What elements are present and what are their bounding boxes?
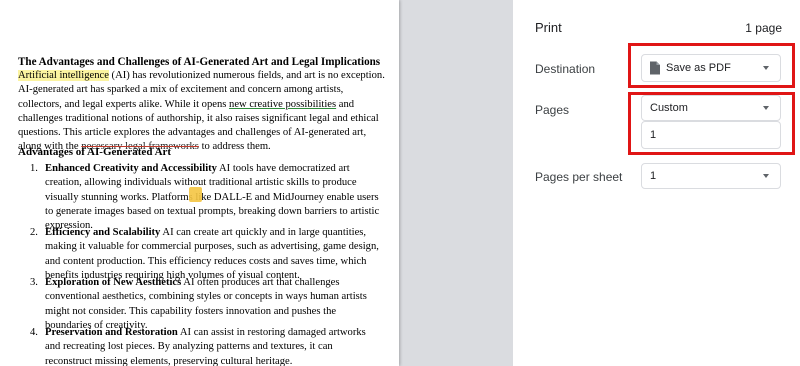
pages-per-sheet-select[interactable]: 1: [641, 163, 781, 189]
destination-value: Save as PDF: [666, 62, 731, 74]
print-preview-area: The Advantages and Challenges of AI-Gene…: [0, 0, 513, 366]
pages-value: Custom: [650, 102, 688, 114]
chevron-down-icon: [763, 174, 769, 178]
print-settings-panel: Print 1 page Destination Save as PDF Pag…: [513, 0, 800, 366]
document-page-preview: The Advantages and Challenges of AI-Gene…: [0, 0, 399, 366]
custom-pages-input[interactable]: 1: [641, 121, 781, 149]
pages-select[interactable]: Custom: [641, 95, 781, 121]
pdf-file-icon: [650, 61, 660, 75]
intro-paragraph: Artificial intelligence (AI) has revolut…: [18, 70, 385, 153]
pages-label: Pages: [535, 103, 570, 117]
panel-title: Print: [535, 20, 562, 35]
section-heading: Advantages of AI-Generated Art: [18, 146, 172, 158]
destination-label: Destination: [535, 62, 596, 76]
underlined-text: new creative possibilities: [229, 98, 337, 110]
pages-per-sheet-value: 1: [650, 170, 657, 182]
cursor-marker-icon: [189, 187, 202, 202]
highlighted-text: Artificial intelligence: [18, 70, 109, 81]
chevron-down-icon: [763, 106, 769, 110]
pages-per-sheet-label: Pages per sheet: [535, 170, 623, 184]
document-title: The Advantages and Challenges of AI-Gene…: [18, 56, 381, 68]
destination-select[interactable]: Save as PDF: [641, 54, 781, 82]
page-count: 1 page: [745, 21, 782, 35]
chevron-down-icon: [763, 66, 769, 70]
